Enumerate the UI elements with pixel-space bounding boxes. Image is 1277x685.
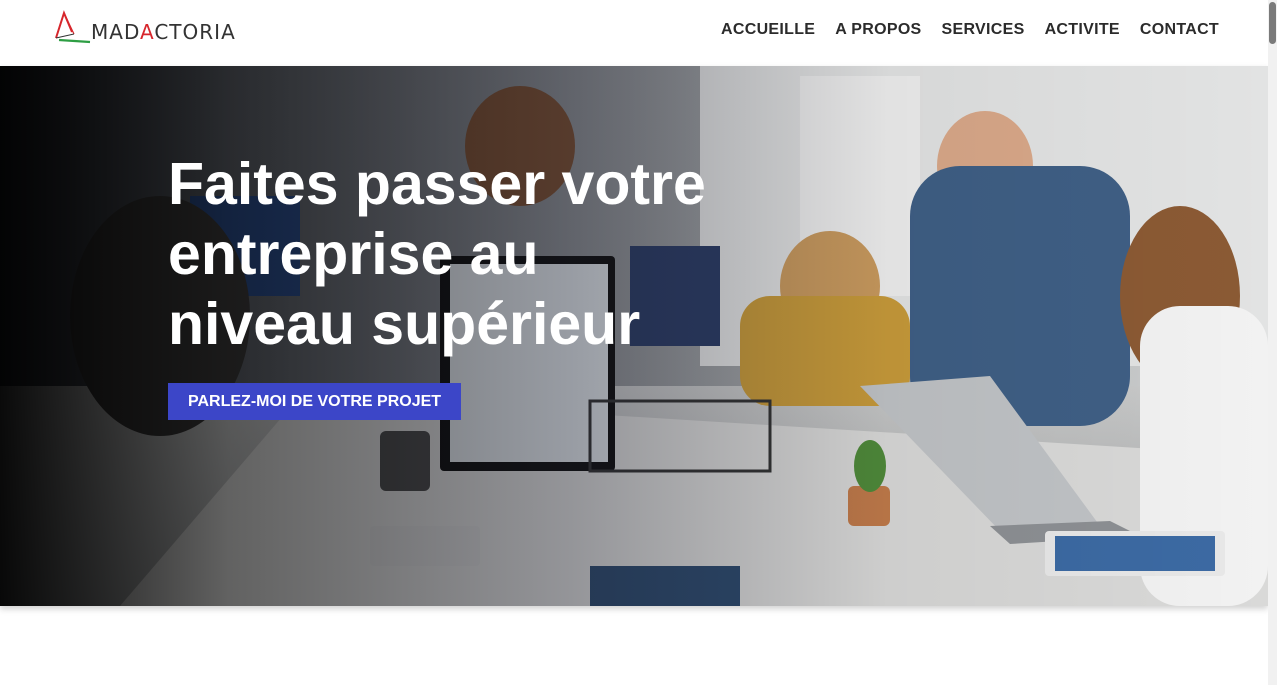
scrollbar-thumb[interactable] — [1269, 2, 1276, 44]
mountain-peaks-logo-icon — [55, 10, 91, 44]
nav-accueille[interactable]: ACCUEILLE — [721, 21, 815, 39]
nav-activite[interactable]: ACTIVITE — [1045, 21, 1120, 39]
brand-name: MADACTORIA — [91, 20, 236, 44]
site-header: MADACTORIA ACCUEILLE A PROPOS SERVICES A… — [0, 0, 1268, 66]
hero-title: Faites passer votre entreprise au niveau… — [168, 151, 706, 357]
brand-logo[interactable]: MADACTORIA — [54, 8, 254, 44]
nav-services[interactable]: SERVICES — [942, 21, 1025, 39]
nav-contact[interactable]: CONTACT — [1140, 21, 1219, 39]
nav-a-propos[interactable]: A PROPOS — [835, 21, 921, 39]
page-scrollbar[interactable] — [1268, 0, 1277, 685]
project-contact-button[interactable]: PARLEZ-MOI DE VOTRE PROJET — [168, 383, 462, 420]
main-nav: ACCUEILLE A PROPOS SERVICES ACTIVITE CON… — [721, 21, 1219, 39]
hero-banner: Faites passer votre entreprise au niveau… — [0, 66, 1268, 606]
